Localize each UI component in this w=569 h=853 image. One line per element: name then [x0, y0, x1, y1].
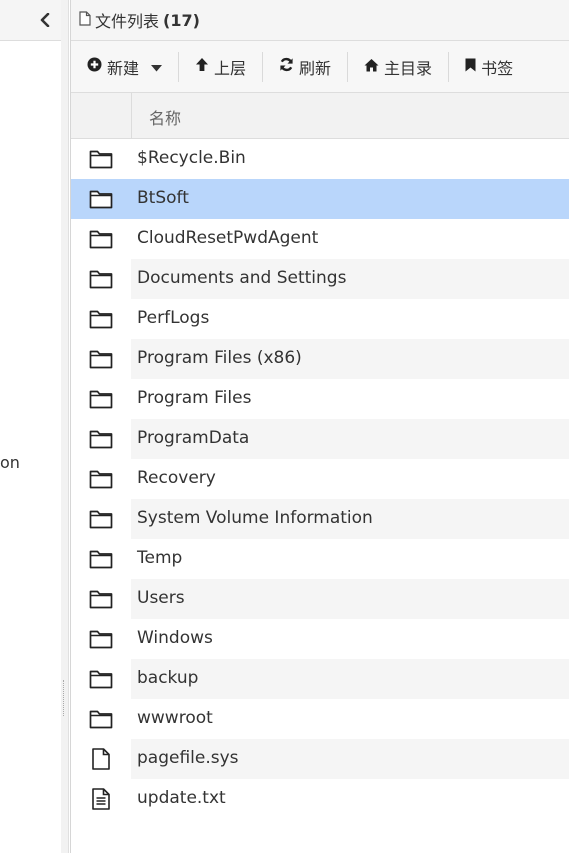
file-name: wwwroot: [137, 708, 213, 728]
home-directory-button[interactable]: 主目录: [364, 50, 432, 84]
caret-down-icon[interactable]: [151, 57, 163, 76]
folder-row[interactable]: Recovery: [71, 459, 569, 499]
folder-icon: [89, 468, 113, 490]
home-icon: [364, 57, 379, 76]
folder-row[interactable]: Users: [71, 579, 569, 619]
column-name-header[interactable]: 名称: [149, 105, 181, 129]
file-list-header: 文件列表 (17): [71, 0, 569, 41]
file-name: PerfLogs: [137, 308, 210, 328]
file-name: BtSoft: [137, 188, 189, 208]
folder-icon: [89, 708, 113, 730]
left-tree-panel: on: [0, 0, 62, 853]
bookmark-icon: [465, 57, 476, 76]
new-button-label: 新建: [107, 58, 140, 78]
folder-icon: [89, 668, 113, 690]
up-level-button[interactable]: 上层: [195, 50, 246, 84]
plus-circle-icon: [87, 57, 102, 76]
folder-icon: [89, 348, 113, 370]
file-name: Recovery: [137, 468, 216, 488]
folder-row[interactable]: wwwroot: [71, 699, 569, 739]
refresh-icon: [279, 57, 294, 76]
folder-icon: [89, 268, 113, 290]
bookmark-label: 书签: [481, 58, 514, 78]
folder-icon: [89, 148, 113, 170]
folder-row[interactable]: CloudResetPwdAgent: [71, 219, 569, 259]
file-row[interactable]: pagefile.sys: [71, 739, 569, 779]
toolbar: 新建 上层 刷新 主目录 书签: [71, 41, 569, 93]
file-name: ProgramData: [137, 428, 250, 448]
toolbar-divider: [262, 51, 264, 82]
file-name: $Recycle.Bin: [137, 148, 246, 168]
arrow-up-icon: [195, 57, 209, 76]
left-panel-header: [0, 0, 61, 41]
file-name: Windows: [137, 628, 213, 648]
folder-row[interactable]: PerfLogs: [71, 299, 569, 339]
toolbar-divider: [448, 51, 450, 82]
file-name: CloudResetPwdAgent: [137, 228, 319, 248]
toolbar-divider: [347, 51, 349, 82]
file-count: (17): [163, 10, 200, 30]
folder-icon: [89, 188, 113, 210]
file-list: $Recycle.Bin BtSoft CloudResetPwdAgent Docu…: [71, 139, 569, 819]
folder-icon: [89, 508, 113, 530]
folder-row[interactable]: $Recycle.Bin: [71, 139, 569, 179]
bookmark-button[interactable]: 书签: [465, 50, 513, 84]
folder-row[interactable]: Temp: [71, 539, 569, 579]
folder-row[interactable]: Program Files (x86): [71, 339, 569, 379]
folder-row[interactable]: ProgramData: [71, 419, 569, 459]
refresh-label: 刷新: [299, 58, 332, 78]
file-name: Program Files (x86): [137, 348, 302, 368]
file-name: Documents and Settings: [137, 268, 347, 288]
file-name: pagefile.sys: [137, 748, 239, 768]
file-row[interactable]: update.txt: [71, 779, 569, 819]
folder-row[interactable]: BtSoft: [71, 179, 569, 219]
folder-row[interactable]: Windows: [71, 619, 569, 659]
folder-icon: [89, 388, 113, 410]
new-button[interactable]: 新建: [87, 50, 163, 84]
file-name: Users: [137, 588, 185, 608]
up-level-label: 上层: [214, 58, 247, 78]
splitter-grip[interactable]: [63, 680, 65, 716]
home-directory-label: 主目录: [384, 58, 433, 78]
folder-row[interactable]: backup: [71, 659, 569, 699]
panel-splitter[interactable]: [61, 0, 69, 853]
file-name: backup: [137, 668, 199, 688]
folder-icon: [89, 308, 113, 330]
file-icon: [79, 10, 91, 30]
folder-row[interactable]: Program Files: [71, 379, 569, 419]
toolbar-divider: [178, 51, 180, 82]
file-name: update.txt: [137, 788, 226, 808]
file-name: Temp: [137, 548, 183, 568]
text-file-icon: [89, 788, 113, 810]
folder-icon: [89, 628, 113, 650]
file-name: Program Files: [137, 388, 252, 408]
folder-icon: [89, 588, 113, 610]
file-list-title: 文件列表: [95, 12, 160, 31]
chevron-left-icon[interactable]: [37, 12, 53, 28]
file-icon: [89, 748, 113, 770]
file-list-panel: 文件列表 (17) 新建 上层 刷新 主目录 书签 名称 $Recycle.Bi…: [70, 0, 569, 853]
folder-row[interactable]: System Volume Information: [71, 499, 569, 539]
file-name: System Volume Information: [137, 508, 373, 528]
folder-icon: [89, 228, 113, 250]
folder-icon: [89, 428, 113, 450]
tree-item-partial-label: on: [0, 453, 20, 472]
refresh-button[interactable]: 刷新: [279, 50, 331, 84]
folder-row[interactable]: Documents and Settings: [71, 259, 569, 299]
column-header: 名称: [71, 93, 569, 139]
column-divider: [131, 93, 132, 139]
folder-icon: [89, 548, 113, 570]
